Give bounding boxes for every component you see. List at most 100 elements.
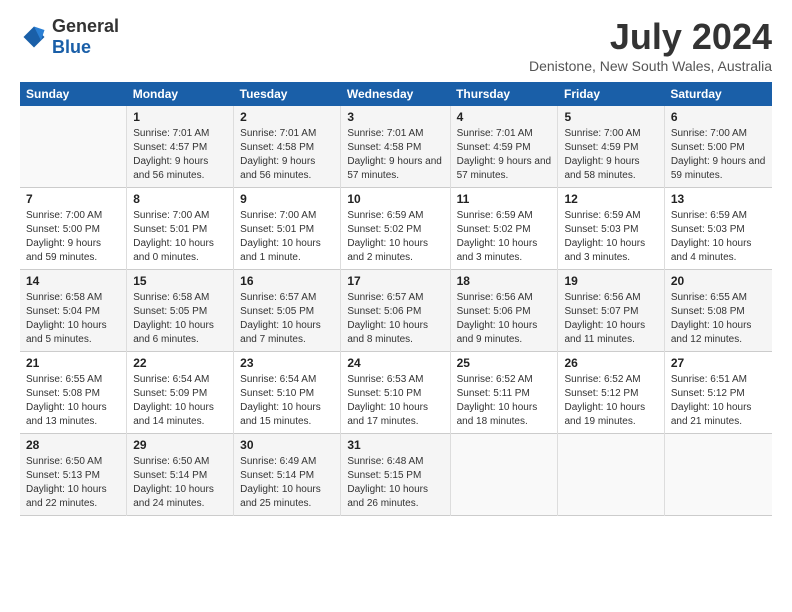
main-title: July 2024 <box>529 16 772 58</box>
day-info: Sunrise: 6:55 AMSunset: 5:08 PMDaylight:… <box>26 373 120 429</box>
calendar-row-0: 1Sunrise: 7:01 AMSunset: 4:57 PMDaylight… <box>20 106 772 188</box>
day-number: 4 <box>457 110 552 124</box>
header: General Blue July 2024 Denistone, New So… <box>20 16 772 74</box>
day-info: Sunrise: 6:55 AMSunset: 5:08 PMDaylight:… <box>671 291 766 347</box>
day-info: Sunrise: 6:54 AMSunset: 5:10 PMDaylight:… <box>240 373 334 429</box>
day-info: Sunrise: 6:59 AMSunset: 5:03 PMDaylight:… <box>564 209 657 265</box>
calendar-cell: 22 Sunrise: 6:54 AMSunset: 5:09 PMDayligh… <box>127 352 234 434</box>
header-friday: Friday <box>558 82 664 106</box>
day-number: 1 <box>133 110 227 124</box>
calendar-cell: 27Sunrise: 6:51 AMSunset: 5:12 PMDayligh… <box>664 352 772 434</box>
header-thursday: Thursday <box>450 82 558 106</box>
header-monday: Monday <box>127 82 234 106</box>
calendar-cell: 13 Sunrise: 6:59 AMSunset: 5:03 PMDayligh… <box>664 188 772 270</box>
calendar-cell: 28Sunrise: 6:50 AMSunset: 5:13 PMDayligh… <box>20 434 127 516</box>
calendar-cell: 20 Sunrise: 6:55 AMSunset: 5:08 PMDayligh… <box>664 270 772 352</box>
calendar-row-2: 14 Sunrise: 6:58 AMSunset: 5:04 PMDayligh… <box>20 270 772 352</box>
day-number: 31 <box>347 438 443 452</box>
day-info: Sunrise: 6:57 AMSunset: 5:06 PMDaylight:… <box>347 291 443 347</box>
calendar-cell: 10Sunrise: 6:59 AMSunset: 5:02 PMDayligh… <box>341 188 450 270</box>
day-info: Sunrise: 6:56 AMSunset: 5:07 PMDaylight:… <box>564 291 657 347</box>
day-info: Sunrise: 6:58 AMSunset: 5:04 PMDaylight:… <box>26 291 120 347</box>
day-info: Sunrise: 6:49 AMSunset: 5:14 PMDaylight:… <box>240 455 334 511</box>
day-info: Sunrise: 7:00 AMSunset: 5:01 PMDaylight:… <box>133 209 227 265</box>
calendar-row-3: 21 Sunrise: 6:55 AMSunset: 5:08 PMDayligh… <box>20 352 772 434</box>
day-number: 6 <box>671 110 766 124</box>
calendar-cell <box>664 434 772 516</box>
logo-blue: Blue <box>52 37 91 57</box>
day-number: 30 <box>240 438 334 452</box>
day-number: 9 <box>240 192 334 206</box>
calendar-cell <box>558 434 664 516</box>
day-number: 17 <box>347 274 443 288</box>
day-number: 26 <box>564 356 657 370</box>
day-info: Sunrise: 7:00 AMSunset: 5:00 PMDaylight:… <box>26 209 120 265</box>
day-info: Sunrise: 6:54 AMSunset: 5:09 PMDaylight:… <box>133 373 227 429</box>
calendar-cell: 24 Sunrise: 6:53 AMSunset: 5:10 PMDayligh… <box>341 352 450 434</box>
calendar-cell: 17 Sunrise: 6:57 AMSunset: 5:06 PMDayligh… <box>341 270 450 352</box>
day-info: Sunrise: 7:00 AMSunset: 4:59 PMDaylight:… <box>564 127 657 183</box>
day-number: 22 <box>133 356 227 370</box>
calendar-cell: 5Sunrise: 7:00 AMSunset: 4:59 PMDaylight… <box>558 106 664 188</box>
day-info: Sunrise: 7:01 AMSunset: 4:58 PMDaylight:… <box>347 127 443 183</box>
calendar-cell: 31Sunrise: 6:48 AMSunset: 5:15 PMDayligh… <box>341 434 450 516</box>
calendar-cell: 30 Sunrise: 6:49 AMSunset: 5:14 PMDayligh… <box>234 434 341 516</box>
day-info: Sunrise: 7:00 AMSunset: 5:00 PMDaylight:… <box>671 127 766 183</box>
calendar-table: Sunday Monday Tuesday Wednesday Thursday… <box>20 82 772 516</box>
calendar-cell: 25 Sunrise: 6:52 AMSunset: 5:11 PMDayligh… <box>450 352 558 434</box>
day-info: Sunrise: 6:52 AMSunset: 5:12 PMDaylight:… <box>564 373 657 429</box>
header-saturday: Saturday <box>664 82 772 106</box>
day-number: 23 <box>240 356 334 370</box>
calendar-cell: 29Sunrise: 6:50 AMSunset: 5:14 PMDayligh… <box>127 434 234 516</box>
day-info: Sunrise: 6:59 AMSunset: 5:02 PMDaylight:… <box>457 209 552 265</box>
calendar-cell: 21 Sunrise: 6:55 AMSunset: 5:08 PMDayligh… <box>20 352 127 434</box>
calendar-cell: 6 Sunrise: 7:00 AMSunset: 5:00 PMDaylight… <box>664 106 772 188</box>
day-number: 21 <box>26 356 120 370</box>
header-tuesday: Tuesday <box>234 82 341 106</box>
logo: General Blue <box>20 16 119 58</box>
day-number: 16 <box>240 274 334 288</box>
day-info: Sunrise: 6:59 AMSunset: 5:03 PMDaylight:… <box>671 209 766 265</box>
day-number: 20 <box>671 274 766 288</box>
calendar-cell: 16Sunrise: 6:57 AMSunset: 5:05 PMDayligh… <box>234 270 341 352</box>
logo-general: General <box>52 16 119 36</box>
logo-text: General Blue <box>52 16 119 58</box>
calendar-cell: 3 Sunrise: 7:01 AMSunset: 4:58 PMDaylight… <box>341 106 450 188</box>
day-number: 19 <box>564 274 657 288</box>
day-info: Sunrise: 6:53 AMSunset: 5:10 PMDaylight:… <box>347 373 443 429</box>
calendar-cell <box>20 106 127 188</box>
day-number: 3 <box>347 110 443 124</box>
day-info: Sunrise: 6:58 AMSunset: 5:05 PMDaylight:… <box>133 291 227 347</box>
header-sunday: Sunday <box>20 82 127 106</box>
day-info: Sunrise: 7:00 AMSunset: 5:01 PMDaylight:… <box>240 209 334 265</box>
calendar-header-row: Sunday Monday Tuesday Wednesday Thursday… <box>20 82 772 106</box>
calendar-row-1: 7 Sunrise: 7:00 AMSunset: 5:00 PMDaylight… <box>20 188 772 270</box>
calendar-cell: 15Sunrise: 6:58 AMSunset: 5:05 PMDayligh… <box>127 270 234 352</box>
calendar-cell: 9 Sunrise: 7:00 AMSunset: 5:01 PMDaylight… <box>234 188 341 270</box>
day-number: 7 <box>26 192 120 206</box>
day-number: 29 <box>133 438 227 452</box>
calendar-cell: 7 Sunrise: 7:00 AMSunset: 5:00 PMDaylight… <box>20 188 127 270</box>
day-info: Sunrise: 6:51 AMSunset: 5:12 PMDaylight:… <box>671 373 766 429</box>
day-number: 18 <box>457 274 552 288</box>
day-number: 2 <box>240 110 334 124</box>
calendar-cell: 2Sunrise: 7:01 AMSunset: 4:58 PMDaylight… <box>234 106 341 188</box>
calendar-cell: 12 Sunrise: 6:59 AMSunset: 5:03 PMDayligh… <box>558 188 664 270</box>
calendar-cell: 23 Sunrise: 6:54 AMSunset: 5:10 PMDayligh… <box>234 352 341 434</box>
header-wednesday: Wednesday <box>341 82 450 106</box>
title-area: July 2024 Denistone, New South Wales, Au… <box>529 16 772 74</box>
day-info: Sunrise: 6:52 AMSunset: 5:11 PMDaylight:… <box>457 373 552 429</box>
day-number: 12 <box>564 192 657 206</box>
day-number: 24 <box>347 356 443 370</box>
day-number: 14 <box>26 274 120 288</box>
day-number: 13 <box>671 192 766 206</box>
day-number: 28 <box>26 438 120 452</box>
subtitle: Denistone, New South Wales, Australia <box>529 58 772 74</box>
day-number: 25 <box>457 356 552 370</box>
calendar-cell: 14 Sunrise: 6:58 AMSunset: 5:04 PMDayligh… <box>20 270 127 352</box>
calendar-row-4: 28Sunrise: 6:50 AMSunset: 5:13 PMDayligh… <box>20 434 772 516</box>
calendar-cell: 4Sunrise: 7:01 AMSunset: 4:59 PMDaylight… <box>450 106 558 188</box>
logo-icon <box>20 23 48 51</box>
calendar-cell: 18Sunrise: 6:56 AMSunset: 5:06 PMDayligh… <box>450 270 558 352</box>
day-number: 8 <box>133 192 227 206</box>
